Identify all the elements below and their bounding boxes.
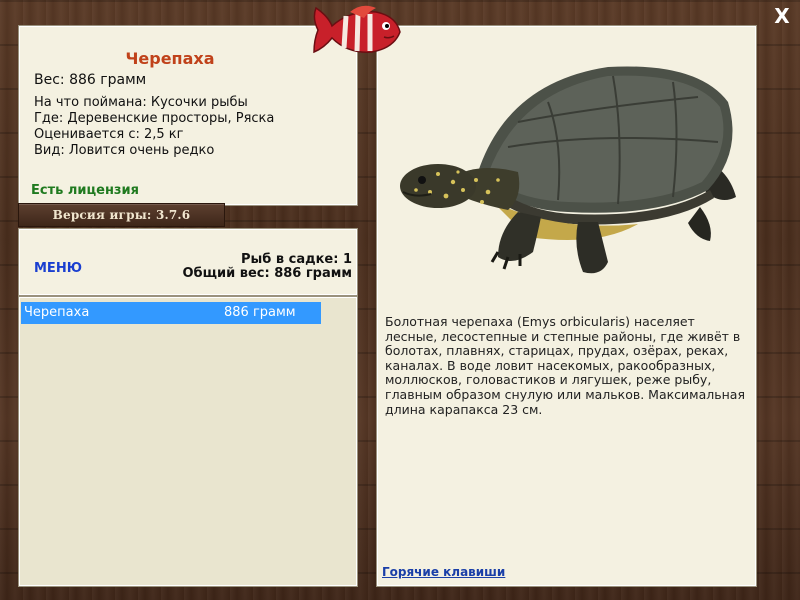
fish-count: Рыб в садке: 1 bbox=[240, 252, 352, 267]
total-weight: Общий вес: 886 грамм bbox=[182, 266, 352, 281]
license-status: Есть лицензия bbox=[31, 183, 139, 198]
list-item[interactable]: Черепаха 886 грамм bbox=[21, 302, 321, 324]
menu-button[interactable]: МЕНЮ bbox=[34, 261, 82, 276]
fish-weight: Вес: 886 грамм bbox=[34, 72, 147, 88]
hotkeys-link[interactable]: Горячие клавиши bbox=[382, 565, 505, 579]
list-item-name: Черепаха bbox=[24, 305, 90, 320]
close-icon[interactable]: X bbox=[770, 4, 794, 28]
fish-description: Болотная черепаха (Emys orbicularis) нас… bbox=[385, 314, 745, 417]
catch-list-panel bbox=[18, 296, 358, 587]
turtle-image bbox=[400, 66, 736, 274]
game-version: Версия игры: 3.7.6 bbox=[18, 203, 225, 227]
fish-bait: На что поймана: Кусочки рыбы bbox=[34, 95, 248, 110]
fish-location: Где: Деревенские просторы, Ряска bbox=[34, 111, 275, 126]
fish-logo-icon bbox=[313, 5, 401, 54]
fish-value: Оценивается с: 2,5 кг bbox=[34, 127, 184, 142]
fish-rarity: Вид: Ловится очень редко bbox=[34, 143, 215, 158]
list-item-weight: 886 грамм bbox=[224, 305, 296, 320]
fish-title: Черепаха bbox=[125, 49, 215, 68]
